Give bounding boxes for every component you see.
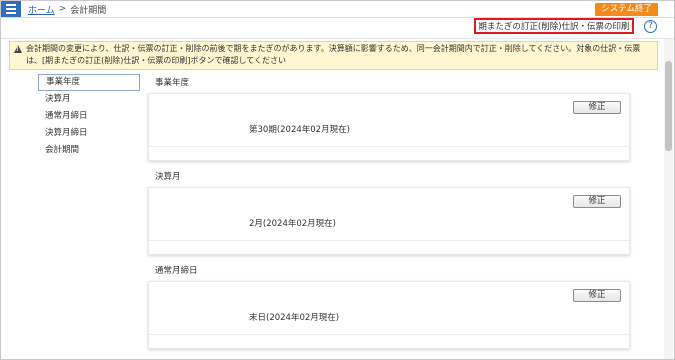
sidebar-item-accounting-period[interactable]: 会計期間 [38, 142, 140, 159]
sidebar-item-closing-month[interactable]: 決算月 [38, 91, 140, 108]
fiscal-year-value: 第30期(2024年02月現在) [249, 125, 350, 135]
section-title-regular-closing-day: 通常月締日 [155, 266, 198, 276]
breadcrumb-home-link[interactable]: ホーム [28, 3, 55, 16]
sidebar: 事業年度 決算月 通常月締日 決算月締日 会計期間 [38, 74, 140, 159]
divider [1, 38, 674, 39]
breadcrumb-current: 会計期間 [70, 5, 107, 16]
edit-fiscal-year-button[interactable]: 修正 [573, 101, 621, 114]
top-bar: ホーム > 会計期間 システム終了 [1, 1, 674, 17]
scrollbar-thumb[interactable] [665, 61, 672, 151]
card-footer [149, 146, 629, 147]
warning-icon [14, 45, 22, 53]
section-card-fiscal-year: 修正 第30期(2024年02月現在) [148, 93, 630, 161]
app-window: ホーム > 会計期間 システム終了 期またぎの訂正(削除)仕訳・伝票の印刷 ? … [0, 0, 675, 360]
sidebar-item-final-closing-day[interactable]: 決算月締日 [38, 125, 140, 142]
sidebar-item-regular-closing-day[interactable]: 通常月締日 [38, 108, 140, 125]
help-icon[interactable]: ? [644, 20, 657, 33]
warning-banner: 会計期間の変更により、仕訳・伝票の訂正・削除の前後で期をまたぎのがあります。決算… [9, 41, 658, 70]
hamburger-icon[interactable] [1, 1, 21, 17]
print-cross-period-button[interactable]: 期またぎの訂正(削除)仕訳・伝票の印刷 [474, 18, 634, 34]
vertical-scrollbar[interactable] [664, 39, 673, 359]
regular-closing-day-value: 末日(2024年02月現在) [249, 313, 340, 323]
section-card-regular-closing-day: 修正 末日(2024年02月現在) [148, 281, 630, 349]
sidebar-item-fiscal-year[interactable]: 事業年度 [38, 74, 140, 91]
breadcrumb: ホーム > 会計期間 [28, 3, 106, 16]
card-footer [149, 334, 629, 335]
system-exit-button[interactable]: システム終了 [595, 3, 658, 16]
closing-month-value: 2月(2024年02月現在) [249, 219, 336, 229]
breadcrumb-separator: > [58, 4, 67, 14]
card-footer [149, 240, 629, 241]
section-title-closing-month: 決算月 [155, 172, 181, 182]
main-content: 事業年度 修正 第30期(2024年02月現在) 決算月 修正 2月(2024年… [148, 73, 630, 355]
warning-text: 会計期間の変更により、仕訳・伝票の訂正・削除の前後で期をまたぎのがあります。決算… [26, 44, 641, 65]
section-card-closing-month: 修正 2月(2024年02月現在) [148, 187, 630, 255]
section-title-fiscal-year: 事業年度 [155, 78, 190, 88]
edit-closing-month-button[interactable]: 修正 [573, 195, 621, 208]
edit-regular-closing-day-button[interactable]: 修正 [573, 289, 621, 302]
